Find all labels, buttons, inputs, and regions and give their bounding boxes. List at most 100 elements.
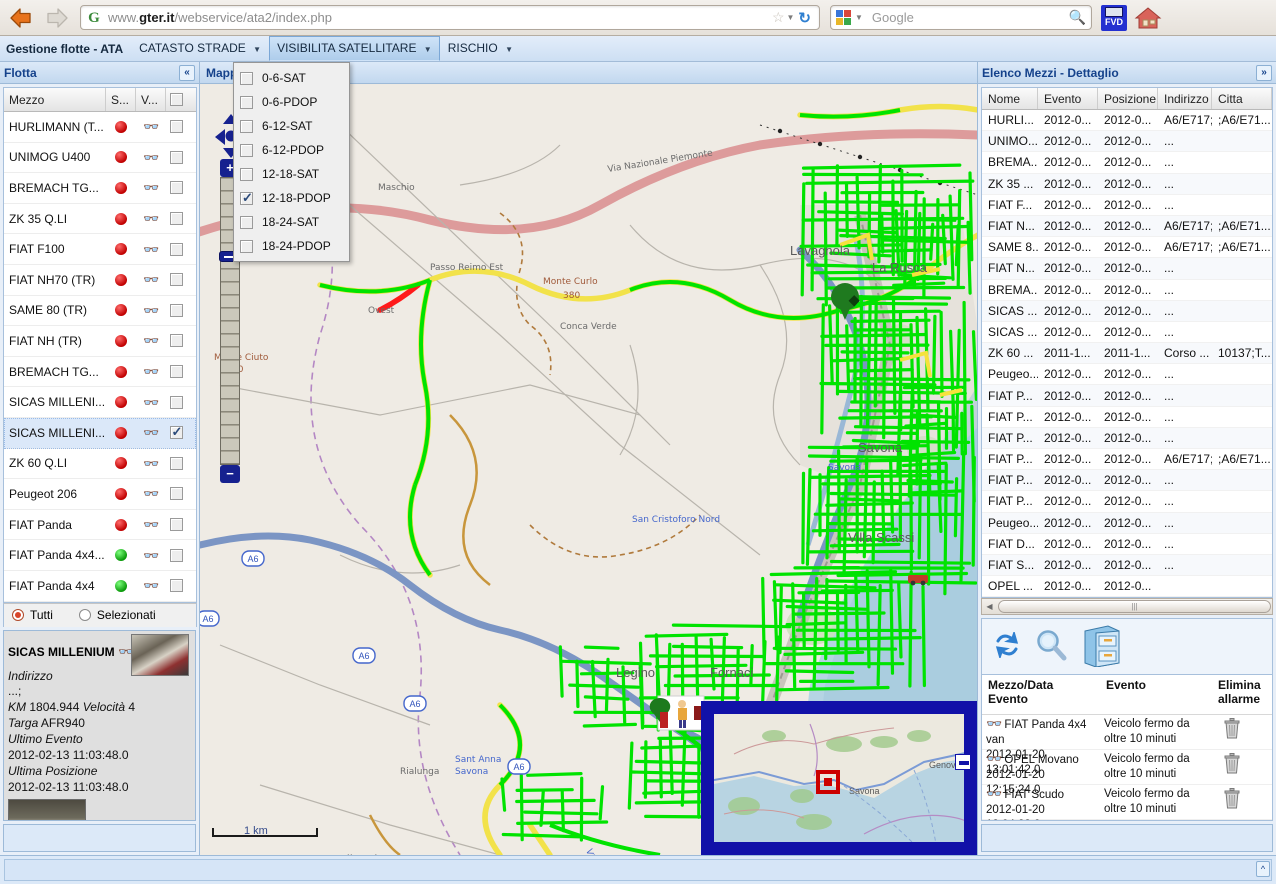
fleet-row-checkbox[interactable] xyxy=(166,326,195,356)
table-row[interactable]: SICAS ... 2012-0... 2012-0...... xyxy=(982,300,1272,322)
minimap[interactable]: Genova Savona xyxy=(701,701,977,855)
column-header-citta[interactable]: Citta xyxy=(1212,88,1272,109)
fleet-row-checkbox[interactable] xyxy=(166,418,195,448)
column-header-posizione[interactable]: Posizione xyxy=(1098,88,1158,109)
fleet-row[interactable]: BREMACH TG... 👓 xyxy=(4,356,196,388)
binoculars-icon[interactable]: 👓 xyxy=(986,786,1002,801)
fleet-row[interactable]: SAME 80 (TR) 👓 xyxy=(4,295,196,327)
fleet-row[interactable]: ZK 60 Q.LI 👓 xyxy=(4,448,196,480)
fvd-extension-button[interactable]: FVD xyxy=(1101,4,1127,31)
table-row[interactable]: UNIMO... 2012-0... 2012-0...... xyxy=(982,131,1272,153)
back-arrow-icon[interactable] xyxy=(6,3,36,33)
fleet-row[interactable]: FIAT Panda 4x4... 👓 xyxy=(4,540,196,571)
delete-alarm-cell[interactable] xyxy=(1212,785,1272,819)
url-bar[interactable]: G www.gter.it/webservice/ata2/index.php … xyxy=(80,5,820,30)
fleet-row[interactable]: ZK 35 Q.LI 👓 xyxy=(4,203,196,235)
table-row[interactable]: FIAT P... 2012-0... 2012-0...... xyxy=(982,427,1272,449)
table-row[interactable]: FIAT S... 2012-0... 2012-0...... xyxy=(982,554,1272,577)
collapse-left-panel-button[interactable]: « xyxy=(179,64,195,81)
fleet-row[interactable]: HURLIMANN (T... 👓 xyxy=(4,112,196,143)
table-row[interactable]: ZK 35 ... 2012-0... 2012-0...... xyxy=(982,173,1272,195)
binoculars-icon[interactable]: 👓 xyxy=(136,510,166,540)
sat-option-12-18-sat[interactable]: 12-18-SAT xyxy=(234,162,349,186)
binoculars-icon[interactable]: 👓 xyxy=(136,296,166,326)
fleet-row-checkbox[interactable] xyxy=(166,540,195,570)
table-row[interactable]: BREMA... 2012-0... 2012-0...... xyxy=(982,152,1272,174)
sat-option-checkbox[interactable] xyxy=(240,190,253,206)
binoculars-icon[interactable]: 👓 xyxy=(136,204,166,234)
sat-option-0-6-pdop[interactable]: 0-6-PDOP xyxy=(234,90,349,114)
table-row[interactable]: FIAT P... 2012-0... 2012-0...... xyxy=(982,491,1272,513)
fleet-row-checkbox[interactable] xyxy=(166,449,195,479)
binoculars-icon[interactable]: 👓 xyxy=(136,173,166,203)
fleet-row[interactable]: FIAT F100 👓 xyxy=(4,234,196,265)
binoculars-icon[interactable]: 👓 xyxy=(136,265,166,295)
fleet-row[interactable]: SICAS MILLENI... 👓 xyxy=(4,417,196,449)
trash-icon[interactable] xyxy=(1222,753,1242,778)
trash-icon[interactable] xyxy=(1222,718,1242,743)
scroll-thumb[interactable]: ||| xyxy=(998,600,1271,614)
trash-icon[interactable] xyxy=(1222,788,1242,813)
minimap-canvas[interactable]: Genova Savona xyxy=(714,714,964,842)
table-row[interactable]: HURLI... 2012-0... 2012-0... A6/E717; ;A6/E7… xyxy=(982,110,1272,132)
fleet-row-checkbox[interactable] xyxy=(166,479,195,509)
menu-rischio[interactable]: RISCHIO ▼ xyxy=(440,36,521,61)
fleet-row-checkbox[interactable] xyxy=(166,234,195,264)
sat-option-checkbox[interactable] xyxy=(240,239,253,253)
fleet-row[interactable]: SICAS MILLENI... 👓 xyxy=(4,387,196,418)
fleet-row[interactable]: BREMACH TG... 👓 xyxy=(4,173,196,204)
search-bar[interactable]: ▼ Google 🔍 xyxy=(830,5,1092,30)
sat-option-6-12-pdop[interactable]: 6-12-PDOP xyxy=(234,138,349,162)
sat-option-0-6-sat[interactable]: 0-6-SAT xyxy=(234,66,349,90)
radio-selezionati[interactable] xyxy=(78,609,91,621)
scroll-left-arrow-icon[interactable]: ◀ xyxy=(982,602,997,611)
fleet-row-checkbox[interactable] xyxy=(166,112,195,142)
column-header-select-all[interactable] xyxy=(166,88,195,111)
fleet-row-checkbox[interactable] xyxy=(166,296,195,326)
column-header-evento[interactable]: Evento xyxy=(1038,88,1098,109)
sat-option-18-24-sat[interactable]: 18-24-SAT xyxy=(234,210,349,234)
table-row[interactable]: Peugeo... 2012-0... 2012-0...... xyxy=(982,512,1272,534)
satellite-visibility-dropdown[interactable]: 0-6-SAT 0-6-PDOP 6-12-SAT 6-12-PDOP 12-18-SA… xyxy=(233,62,350,262)
fleet-row-checkbox[interactable] xyxy=(166,265,195,295)
collapse-right-panel-button[interactable]: » xyxy=(1256,64,1272,81)
search-input[interactable]: Google xyxy=(872,10,1069,25)
fleet-row[interactable]: FIAT NH70 (TR) 👓 xyxy=(4,264,196,296)
sat-option-checkbox[interactable] xyxy=(240,71,253,85)
table-row[interactable]: SAME 8... 2012-0... 2012-0... A6/E717; ;A6/E… xyxy=(982,237,1272,259)
binoculars-icon[interactable]: 👓 xyxy=(136,540,166,570)
binoculars-icon[interactable]: 👓 xyxy=(136,449,166,479)
collapse-bottom-button[interactable]: ^ xyxy=(1256,861,1270,877)
binoculars-icon[interactable]: 👓 xyxy=(136,143,166,173)
binoculars-icon[interactable]: 👓 xyxy=(986,751,1002,766)
reload-icon[interactable]: ↻ xyxy=(798,9,811,27)
fleet-row-checkbox[interactable] xyxy=(166,510,195,540)
table-row[interactable]: FIAT P... 2012-0... 2012-0...... xyxy=(982,470,1272,492)
chevron-down-icon[interactable]: ▼ xyxy=(855,13,863,22)
table-row[interactable]: OPEL ... 2012-0... 2012-0... xyxy=(982,576,1272,598)
radio-tutti[interactable] xyxy=(12,609,24,621)
sat-option-checkbox[interactable] xyxy=(240,119,253,133)
table-row[interactable]: FIAT P... 2012-0... 2012-0...... xyxy=(982,407,1272,428)
fleet-row[interactable]: FIAT Panda 👓 xyxy=(4,509,196,541)
column-header-mezzo[interactable]: Mezzo xyxy=(4,88,106,111)
binoculars-icon[interactable]: 👓 xyxy=(136,234,166,264)
fleet-row-checkbox[interactable] xyxy=(166,143,195,173)
alarm-row[interactable]: 👓 OPEL Movano 2012-01-20 12:15:24.0 Veicol… xyxy=(982,750,1272,796)
column-header-visualizza[interactable]: V... xyxy=(136,88,166,111)
binoculars-icon[interactable]: 👓 xyxy=(136,112,166,142)
column-header-stato[interactable]: S... xyxy=(106,88,136,111)
fleet-row-checkbox[interactable] xyxy=(166,387,195,417)
sat-option-12-18-pdop[interactable]: 12-18-PDOP xyxy=(234,186,349,210)
home-icon[interactable] xyxy=(1134,5,1162,31)
delete-alarm-cell[interactable] xyxy=(1212,820,1272,821)
column-header-nome[interactable]: Nome xyxy=(982,88,1038,109)
binoculars-icon[interactable]: 👓 xyxy=(136,326,166,356)
menu-visibilita-satellitare[interactable]: VISIBILITA SATELLITARE ▼ xyxy=(269,36,440,61)
sat-option-18-24-pdop[interactable]: 18-24-PDOP xyxy=(234,234,349,258)
star-icon[interactable]: ☆ xyxy=(772,9,785,26)
table-row[interactable]: SICAS ... 2012-0... 2012-0...... xyxy=(982,322,1272,344)
alarm-row[interactable]: 👓 FIAT Panda 4x4 van 2012-01-20 13:01:42.… xyxy=(982,715,1272,776)
binoculars-icon[interactable]: 👓 xyxy=(136,571,166,601)
binoculars-icon[interactable]: 👓 xyxy=(986,716,1002,731)
